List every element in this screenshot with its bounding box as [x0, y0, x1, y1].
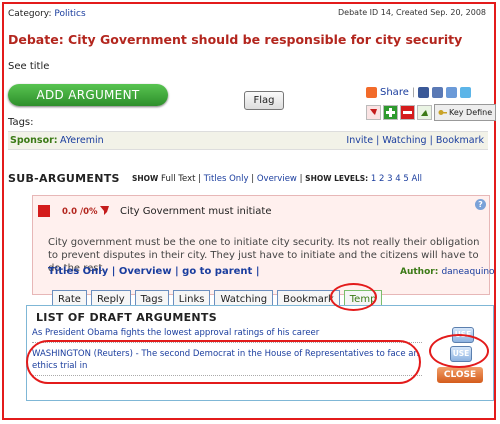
level-4[interactable]: 4: [395, 174, 400, 184]
see-title: See title: [8, 61, 50, 72]
author: Author: daneaquino: [400, 267, 495, 277]
help-icon[interactable]: ?: [475, 199, 486, 210]
debate-meta: Debate ID 14, Created Sep. 20, 2008: [338, 8, 486, 17]
sponsor-name[interactable]: AYeremin: [60, 135, 104, 146]
key-tools: Key Define: [366, 104, 497, 121]
author-label: Author:: [400, 267, 439, 277]
key-icon: [438, 110, 447, 115]
show-label: SHOW: [132, 174, 159, 183]
full-text-option[interactable]: Full Text: [161, 174, 195, 184]
separator: |: [376, 135, 380, 146]
add-argument-button[interactable]: ADD ARGUMENT: [8, 84, 168, 106]
separator: |: [299, 174, 303, 184]
bookmark-link[interactable]: Bookmark: [436, 135, 484, 146]
levels-label: SHOW LEVELS:: [305, 174, 369, 183]
twitter-icon[interactable]: [460, 87, 472, 98]
drafts-heading: LIST OF DRAFT ARGUMENTS: [36, 311, 217, 324]
email-icon[interactable]: [432, 87, 444, 98]
category-label: Category:: [8, 9, 52, 19]
draft-item-text[interactable]: As President Obama fights the lowest app…: [32, 328, 422, 338]
share-label[interactable]: Share: [380, 87, 409, 98]
tags-label: Tags:: [8, 117, 34, 128]
separator: |: [251, 174, 255, 184]
minus-icon[interactable]: [400, 105, 415, 120]
category: Category: Politics: [8, 9, 86, 19]
level-1[interactable]: 1: [371, 174, 376, 184]
separator: |: [429, 135, 433, 146]
bookmark-service-icon[interactable]: [446, 87, 458, 98]
sub-arguments-heading: SUB-ARGUMENTS: [8, 172, 120, 185]
argument-title[interactable]: City Government must initiate: [120, 206, 272, 217]
show-options: SHOW Full Text | Titles Only | Overview …: [132, 174, 422, 184]
highlight-oval: [26, 340, 421, 384]
watching-link[interactable]: Watching: [382, 135, 426, 146]
level-5[interactable]: 5: [403, 174, 408, 184]
red-thumb-icon[interactable]: [366, 105, 381, 120]
page-title: Debate: City Government should be respon…: [8, 32, 463, 47]
green-thumb-icon[interactable]: [417, 105, 432, 120]
titles-only-option[interactable]: Titles Only: [204, 174, 249, 184]
author-name[interactable]: daneaquino: [441, 267, 494, 277]
argument-score: 0.0 /0%: [62, 207, 98, 217]
level-all[interactable]: All: [411, 174, 422, 184]
plus-icon[interactable]: [383, 105, 398, 120]
facebook-icon[interactable]: [418, 87, 430, 98]
level-3[interactable]: 3: [387, 174, 392, 184]
sponsor-bar: Sponsor: AYeremin Invite | Watching | Bo…: [8, 131, 488, 150]
level-2[interactable]: 2: [379, 174, 384, 184]
highlight-oval: [429, 334, 489, 368]
share-icon[interactable]: [366, 87, 377, 98]
flag-button[interactable]: Flag: [244, 91, 284, 110]
highlight-oval: [330, 283, 377, 311]
key-define-button[interactable]: Key Define: [434, 104, 497, 121]
sponsor-label: Sponsor:: [10, 135, 58, 146]
argument-links[interactable]: Titles Only | Overview | go to parent |: [48, 266, 259, 277]
expand-toggle-icon[interactable]: [38, 205, 50, 217]
thumbs-down-icon: [98, 204, 111, 220]
category-link[interactable]: Politics: [54, 9, 85, 19]
key-define-label: Key Define: [449, 108, 493, 117]
close-button[interactable]: CLOSE: [437, 367, 483, 383]
share-bar: Share |: [366, 87, 472, 98]
invite-link[interactable]: Invite: [346, 135, 373, 146]
separator: |: [198, 174, 202, 184]
overview-option[interactable]: Overview: [257, 174, 297, 184]
